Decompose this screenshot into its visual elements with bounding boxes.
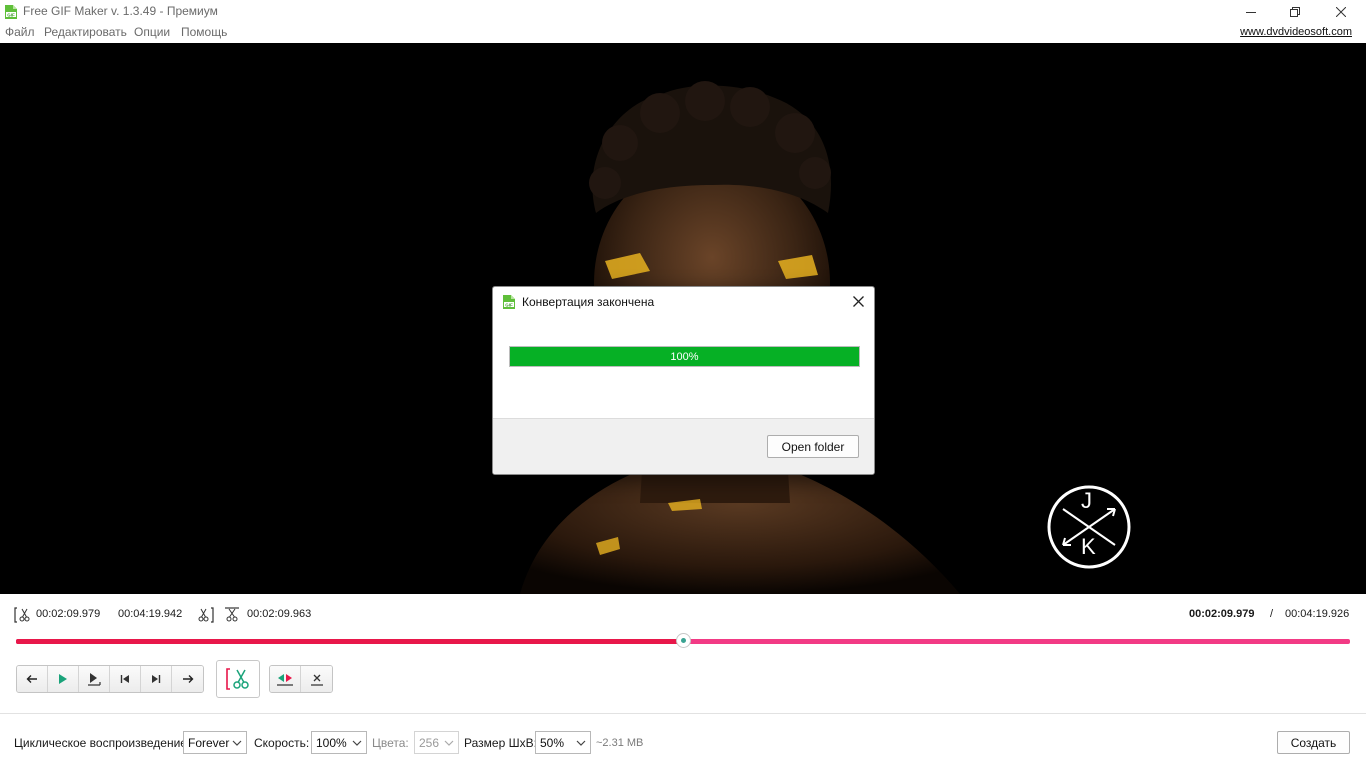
title-bar: GIF Free GIF Maker v. 1.3.49 - Премиум [0, 0, 1366, 24]
chevron-down-icon [576, 740, 586, 746]
loop-value: Forever [188, 735, 230, 750]
close-icon [1336, 7, 1346, 17]
cut-button[interactable] [216, 660, 260, 698]
play-icon [59, 674, 67, 684]
close-icon [852, 295, 864, 307]
split-marker-icon [277, 674, 293, 686]
marker-controls [269, 665, 333, 693]
minimize-icon [1246, 12, 1256, 13]
progress-label: 100% [670, 350, 699, 363]
loop-label: Циклическое воспроизведение: [14, 736, 191, 750]
duration-time: 00:02:09.963 [247, 608, 312, 620]
bottom-separator [0, 713, 1366, 714]
menu-options[interactable]: Опции [134, 25, 170, 39]
split-button[interactable] [270, 666, 301, 692]
speed-select[interactable]: 100% [311, 731, 367, 754]
svg-text:GIF: GIF [505, 302, 513, 307]
start-time[interactable]: 00:02:09.979 [36, 608, 100, 620]
dialog-footer: Open folder [493, 418, 874, 474]
menu-edit[interactable]: Редактировать [44, 25, 127, 39]
colors-label: Цвета: [372, 736, 409, 750]
go-to-end-button[interactable] [141, 666, 172, 692]
size-estimate: ~2.31 MB [596, 737, 644, 749]
logo-letter-j: J [1081, 488, 1092, 513]
logo-letter-k: K [1081, 534, 1096, 559]
menu-bar: Файл Редактировать Опции Помощь www.dvdv… [0, 24, 1366, 42]
scissors-bracket-icon [226, 668, 249, 690]
time-separator: / [1270, 608, 1274, 620]
step-back-button[interactable] [17, 666, 48, 692]
skip-end-icon [152, 675, 161, 683]
playback-controls [16, 665, 204, 693]
conversion-progress-bar: 100% [509, 346, 860, 367]
play-selection-button[interactable] [79, 666, 110, 692]
chevron-down-icon [444, 740, 454, 746]
restore-button[interactable] [1272, 0, 1318, 24]
play-to-mark-icon [88, 673, 101, 686]
current-time: 00:02:09.979 [1189, 608, 1255, 620]
arrow-right-icon [182, 675, 193, 683]
dialog-close-button[interactable] [850, 293, 866, 309]
svg-text:GIF: GIF [7, 12, 15, 17]
end-time[interactable]: 00:04:19.942 [118, 608, 182, 620]
size-value: 50% [540, 735, 565, 750]
restore-icon [1290, 7, 1300, 17]
minimize-button[interactable] [1228, 0, 1274, 24]
conversion-dialog: GIF Конвертация закончена 100% Open fold… [492, 286, 875, 475]
size-select[interactable]: 50% [535, 731, 591, 754]
window-title: Free GIF Maker v. 1.3.49 - Премиум [23, 4, 218, 18]
timeline-played [16, 639, 683, 644]
step-forward-button[interactable] [172, 666, 203, 692]
play-button[interactable] [48, 666, 79, 692]
start-marker-icon[interactable] [14, 606, 30, 624]
chevron-down-icon [232, 740, 242, 746]
menu-help[interactable]: Помощь [181, 25, 227, 39]
arrow-left-icon [26, 675, 37, 683]
time-row: 00:02:09.979 00:04:19.942 00:02:09.963 0… [0, 604, 1366, 626]
total-time: 00:04:19.926 [1285, 608, 1350, 620]
chevron-down-icon [352, 740, 362, 746]
remove-marker-icon [310, 674, 323, 686]
colors-select: 256 [414, 731, 459, 754]
duration-scissors-icon [225, 607, 239, 622]
playhead-handle[interactable] [675, 633, 691, 648]
dialog-title: Конвертация закончена [522, 295, 655, 309]
create-button[interactable]: Создать [1277, 731, 1350, 754]
speed-value: 100% [316, 735, 347, 750]
skip-start-icon [120, 675, 129, 683]
open-folder-button[interactable]: Open folder [767, 435, 859, 458]
gif-app-icon: GIF [503, 295, 515, 309]
gif-app-icon: GIF [5, 5, 17, 19]
end-marker-icon[interactable] [198, 606, 214, 624]
go-to-start-button[interactable] [110, 666, 141, 692]
size-label: Размер ШхВ: [464, 736, 537, 750]
remove-button[interactable] [301, 666, 332, 692]
menu-file[interactable]: Файл [5, 25, 35, 39]
speed-label: Скорость: [254, 736, 310, 750]
loop-select[interactable]: Forever [183, 731, 247, 754]
colors-value: 256 [419, 735, 440, 750]
close-window-button[interactable] [1318, 0, 1364, 24]
website-link[interactable]: www.dvdvideosoft.com [1240, 26, 1352, 38]
